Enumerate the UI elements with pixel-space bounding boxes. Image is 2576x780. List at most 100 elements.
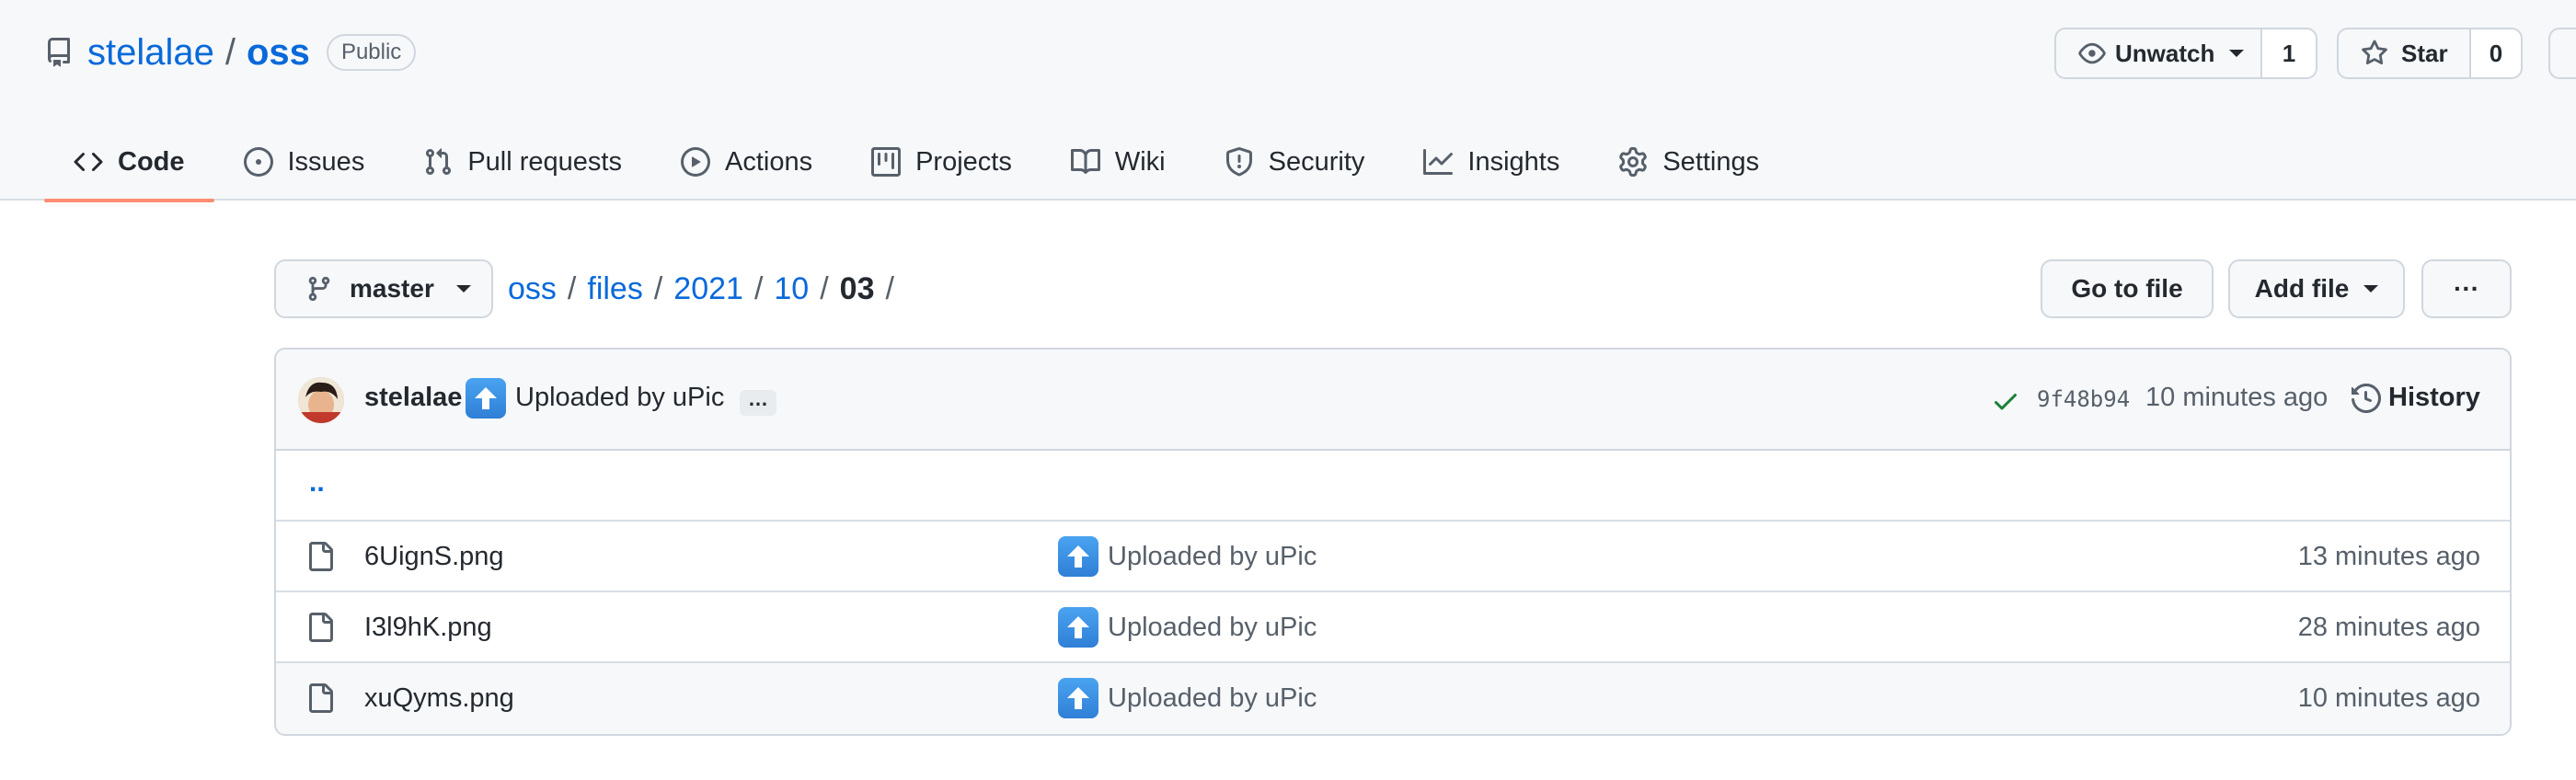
gear-icon bbox=[1619, 147, 1648, 177]
tab-label: Actions bbox=[724, 146, 813, 177]
file-list: stelalae Uploaded by uPic … 9f48b94 10 m… bbox=[274, 348, 2512, 736]
upload-arrow-icon bbox=[1058, 607, 1098, 648]
tab-projects[interactable]: Projects bbox=[842, 123, 1041, 201]
breadcrumb-separator: / bbox=[567, 270, 577, 306]
latest-commit-bar: stelalae Uploaded by uPic … 9f48b94 10 m… bbox=[276, 350, 2510, 451]
repo-title: stelalae / oss Public bbox=[87, 28, 417, 77]
upload-arrow-icon bbox=[1058, 678, 1098, 718]
more-options-button[interactable]: ··· bbox=[2421, 259, 2512, 318]
branch-select-button[interactable]: master bbox=[274, 259, 493, 318]
chevron-down-icon bbox=[2229, 50, 2245, 57]
play-icon bbox=[680, 147, 710, 177]
tab-pull-requests[interactable]: Pull requests bbox=[394, 123, 651, 201]
visibility-badge: Public bbox=[326, 34, 417, 71]
breadcrumb-current: 03 bbox=[839, 270, 875, 306]
upload-arrow-icon bbox=[1058, 536, 1098, 577]
stars-count[interactable]: 0 bbox=[2469, 28, 2523, 79]
tab-label: Code bbox=[118, 146, 185, 177]
avatar-image bbox=[298, 377, 344, 423]
file-commit-message-link[interactable]: Uploaded by uPic bbox=[1108, 542, 1317, 572]
parent-directory-row[interactable]: .. bbox=[276, 451, 2510, 522]
kebab-horizontal-icon: ··· bbox=[2454, 274, 2479, 303]
repo-header: stelalae / oss Public Unwatch 1 Star 0 C… bbox=[0, 0, 2576, 202]
unwatch-label: Unwatch bbox=[2115, 39, 2215, 67]
breadcrumb-link[interactable]: 10 bbox=[774, 271, 809, 307]
file-row[interactable]: 6UignS.png Uploaded by uPic 13 minutes a… bbox=[276, 522, 2510, 592]
parent-directory-link[interactable]: .. bbox=[309, 467, 325, 499]
shield-icon bbox=[1225, 147, 1252, 177]
breadcrumb-separator: / bbox=[753, 270, 764, 306]
tab-label: Projects bbox=[915, 146, 1012, 177]
code-icon bbox=[74, 152, 103, 172]
upload-arrow-icon bbox=[466, 378, 506, 419]
star-button[interactable]: Star bbox=[2337, 28, 2471, 79]
add-file-button[interactable]: Add file bbox=[2228, 259, 2405, 318]
fork-button[interactable] bbox=[2548, 28, 2576, 79]
branch-name: master bbox=[350, 274, 434, 303]
file-commit-message-link[interactable]: Uploaded by uPic bbox=[1108, 613, 1317, 643]
file-row[interactable]: I3l9hK.png Uploaded by uPic 28 minutes a… bbox=[276, 592, 2510, 663]
eye-icon bbox=[2078, 42, 2106, 64]
tab-code[interactable]: Code bbox=[44, 123, 214, 202]
file-icon bbox=[309, 613, 333, 642]
unwatch-button[interactable]: Unwatch bbox=[2054, 28, 2262, 79]
tab-insights[interactable]: Insights bbox=[1394, 123, 1589, 201]
expand-commit-button[interactable]: … bbox=[740, 389, 776, 416]
project-icon bbox=[871, 147, 902, 177]
history-label: History bbox=[2388, 383, 2480, 412]
repo-icon bbox=[47, 38, 70, 67]
issue-icon bbox=[243, 147, 273, 177]
avatar[interactable] bbox=[298, 377, 344, 423]
title-separator: / bbox=[224, 31, 236, 73]
book-icon bbox=[1070, 148, 1100, 174]
go-to-file-button[interactable]: Go to file bbox=[2041, 259, 2214, 318]
history-icon bbox=[2352, 383, 2381, 413]
add-file-label: Add file bbox=[2254, 274, 2350, 303]
graph-icon bbox=[1423, 149, 1454, 175]
star-label: Star bbox=[2401, 39, 2448, 67]
file-row[interactable]: xuQyms.png Uploaded by uPic 10 minutes a… bbox=[276, 663, 2510, 734]
chevron-down-icon bbox=[455, 285, 471, 292]
file-icon bbox=[309, 683, 333, 713]
tab-label: Issues bbox=[287, 146, 365, 177]
file-commit-time: 13 minutes ago bbox=[2297, 542, 2480, 571]
tab-actions[interactable]: Actions bbox=[651, 123, 842, 201]
check-icon[interactable] bbox=[1991, 386, 2020, 416]
breadcrumb-separator: / bbox=[653, 270, 663, 306]
watchers-count[interactable]: 1 bbox=[2260, 28, 2317, 79]
pull-request-icon bbox=[426, 148, 452, 176]
file-icon bbox=[309, 542, 333, 571]
history-link[interactable]: History bbox=[2352, 383, 2480, 413]
tab-label: Settings bbox=[1662, 146, 1760, 177]
branch-icon bbox=[308, 276, 330, 302]
commit-message-link[interactable]: Uploaded by uPic bbox=[515, 383, 724, 413]
tab-label: Security bbox=[1268, 146, 1365, 177]
tab-label: Insights bbox=[1467, 146, 1560, 177]
file-name-link[interactable]: 6UignS.png bbox=[364, 542, 504, 572]
file-commit-time: 10 minutes ago bbox=[2297, 683, 2480, 713]
breadcrumb-separator: / bbox=[820, 270, 829, 306]
tab-security[interactable]: Security bbox=[1195, 123, 1395, 201]
repo-tabs: Code Issues Pull requests Actions Projec… bbox=[44, 123, 1788, 202]
breadcrumb-separator: / bbox=[885, 270, 894, 306]
breadcrumb: oss / files / 2021 / 10 / 03 / bbox=[508, 265, 905, 313]
breadcrumb-link[interactable]: 2021 bbox=[673, 271, 743, 307]
tab-wiki[interactable]: Wiki bbox=[1041, 123, 1195, 201]
repo-name-link[interactable]: oss bbox=[247, 32, 310, 74]
file-name-link[interactable]: I3l9hK.png bbox=[364, 613, 492, 643]
star-icon bbox=[2362, 40, 2387, 65]
commit-sha-link[interactable]: 9f48b94 bbox=[2037, 386, 2130, 412]
chevron-down-icon bbox=[2363, 285, 2379, 292]
tab-label: Pull requests bbox=[467, 146, 622, 177]
commit-author-link[interactable]: stelalae bbox=[364, 383, 462, 413]
tab-issues[interactable]: Issues bbox=[214, 123, 395, 201]
repo-owner-link[interactable]: stelalae bbox=[87, 32, 214, 74]
file-name-link[interactable]: xuQyms.png bbox=[364, 683, 514, 714]
commit-time: 10 minutes ago bbox=[2145, 383, 2329, 412]
tab-settings[interactable]: Settings bbox=[1589, 123, 1788, 201]
file-commit-message-link[interactable]: Uploaded by uPic bbox=[1108, 683, 1317, 714]
breadcrumb-link[interactable]: oss bbox=[508, 271, 557, 307]
breadcrumb-link[interactable]: files bbox=[587, 271, 642, 307]
tab-label: Wiki bbox=[1114, 146, 1166, 177]
file-commit-time: 28 minutes ago bbox=[2297, 613, 2480, 642]
